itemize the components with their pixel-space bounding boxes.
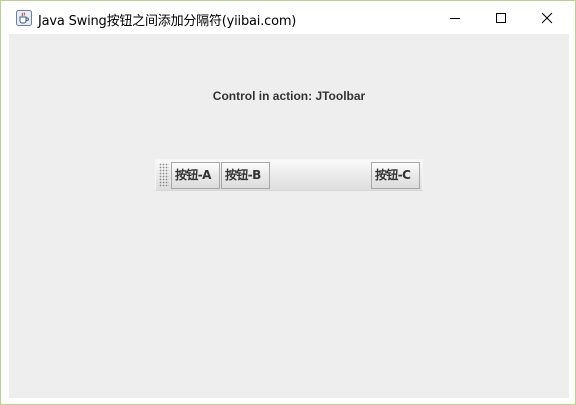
maximize-icon xyxy=(496,13,506,23)
heading-label: Control in action: JToolbar xyxy=(212,89,366,103)
close-button[interactable] xyxy=(524,3,570,33)
toolbar: 按钮-A 按钮-B 按钮-C xyxy=(155,159,423,191)
title-bar[interactable]: Java Swing按钮之间添加分隔符(yiibai.com) xyxy=(2,2,574,34)
toolbar-grip-icon[interactable] xyxy=(159,163,169,187)
content-panel: Control in action: JToolbar 按钮-A 按钮-B 按钮… xyxy=(9,34,569,398)
window-title: Java Swing按钮之间添加分隔符(yiibai.com) xyxy=(38,14,297,29)
minimize-icon xyxy=(450,18,460,19)
minimize-button[interactable] xyxy=(432,3,478,33)
button-c[interactable]: 按钮-C xyxy=(371,162,420,189)
button-b[interactable]: 按钮-B xyxy=(221,162,270,189)
close-icon xyxy=(541,12,553,24)
button-a[interactable]: 按钮-A xyxy=(171,162,220,189)
maximize-button[interactable] xyxy=(478,3,524,33)
java-coffee-cup-icon[interactable] xyxy=(16,10,32,26)
app-window: Java Swing按钮之间添加分隔符(yiibai.com) Control … xyxy=(0,0,576,405)
